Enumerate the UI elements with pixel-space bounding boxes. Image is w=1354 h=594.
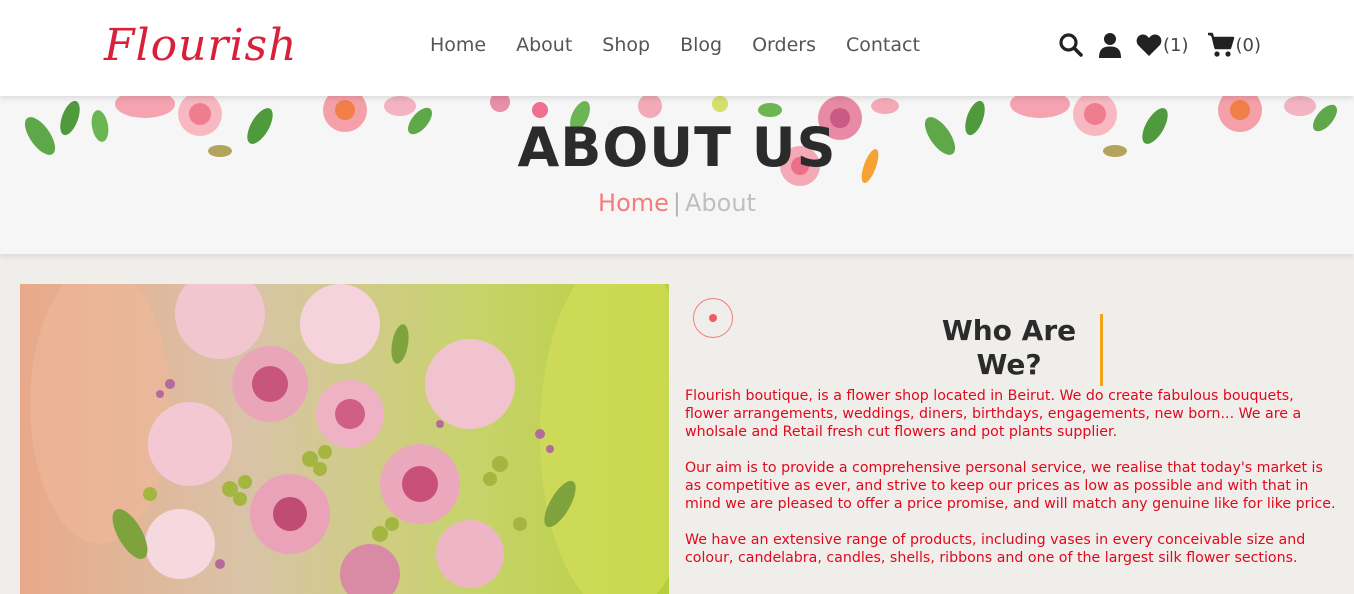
logo-text: Flourish — [104, 20, 298, 71]
heart-icon — [1136, 33, 1162, 57]
play-dot-icon — [709, 314, 717, 322]
logo[interactable]: Flourish — [104, 12, 296, 84]
breadcrumb-separator: | — [672, 189, 681, 217]
nav-link-home[interactable]: Home — [430, 34, 486, 56]
breadcrumb-home-link[interactable]: Home — [598, 189, 669, 217]
nav-icons: (1) (0) — [1058, 32, 1261, 58]
wishlist-button[interactable]: (1) — [1136, 33, 1189, 57]
about-description: Flourish boutique, is a flower shop loca… — [685, 387, 1340, 585]
about-paragraph: Our aim is to provide a comprehensive pe… — [685, 460, 1336, 512]
nav-link-contact[interactable]: Contact — [846, 34, 920, 56]
search-icon[interactable] — [1058, 32, 1084, 58]
nav-link-shop[interactable]: Shop — [602, 34, 650, 56]
nav-link-blog[interactable]: Blog — [680, 34, 722, 56]
about-paragraph: We have an extensive range of products, … — [685, 532, 1306, 566]
breadcrumb-current: About — [685, 189, 756, 217]
navbar: Flourish Home About Shop Blog Orders Con… — [0, 0, 1354, 96]
heading-accent-bar — [1100, 314, 1103, 386]
cart-button[interactable]: (0) — [1207, 32, 1262, 58]
about-heading: Who Are We? — [941, 314, 1077, 381]
page-title: ABOUT US — [517, 116, 837, 179]
user-icon[interactable] — [1098, 32, 1122, 58]
bouquet-image — [20, 284, 669, 594]
nav-link-about[interactable]: About — [516, 34, 572, 56]
wishlist-count: (1) — [1163, 34, 1189, 56]
cart-icon — [1207, 32, 1235, 58]
hero-banner: ABOUT US Home | About — [0, 96, 1354, 254]
breadcrumb: Home | About — [0, 189, 1354, 217]
about-paragraph: Flourish boutique, is a flower shop loca… — [685, 388, 1302, 440]
nav-links: Home About Shop Blog Orders Contact — [430, 34, 920, 56]
play-button[interactable] — [693, 298, 733, 338]
nav-link-orders[interactable]: Orders — [752, 34, 816, 56]
cart-count: (0) — [1235, 34, 1262, 56]
